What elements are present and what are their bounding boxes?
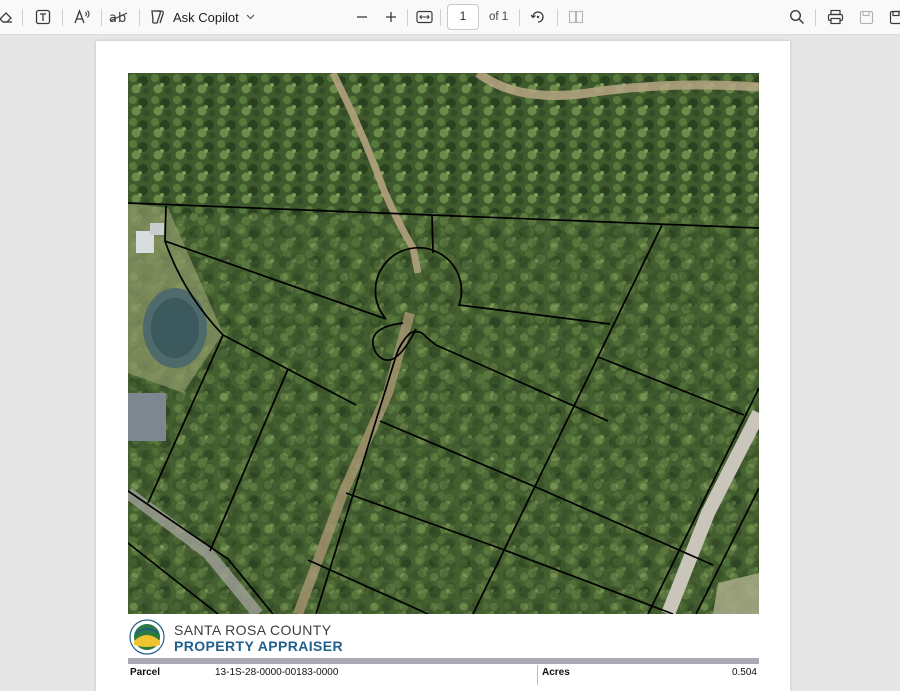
toolbar-divider [101,9,102,26]
rotate-icon[interactable] [527,4,549,30]
toolbar-divider [22,9,23,26]
page-number-input[interactable] [447,4,479,30]
svg-text:b: b [118,11,126,25]
county-seal-logo [129,619,165,655]
toolbar-divider [62,9,63,26]
translate-icon[interactable]: ab [108,4,130,30]
pdf-page: SANTA ROSA COUNTY PROPERTY APPRAISER Par… [96,41,790,691]
toolbar-divider [557,9,558,26]
aerial-parcel-map [128,73,759,614]
print-icon[interactable] [824,4,846,30]
parcel-info-table: Parcel 13-1S-28-0000-00183-0000 Acres 0.… [128,665,759,685]
save-icon[interactable] [855,4,877,30]
toolbar-divider [440,9,441,26]
chevron-down-icon [246,14,255,20]
zoom-in-icon[interactable] [381,4,401,30]
read-aloud-icon[interactable] [71,4,93,30]
page-count: of 1 [489,11,509,23]
parcel-label: Parcel [130,667,161,678]
header-divider-bar [128,658,759,664]
appraiser-org-subtitle: PROPERTY APPRAISER [174,638,344,654]
search-icon[interactable] [786,4,808,30]
page-view-icon[interactable] [565,4,587,30]
ask-copilot-button[interactable]: Ask Copilot [148,4,255,30]
text-box-icon[interactable] [32,4,54,30]
toolbar-divider [407,9,408,26]
fit-width-icon[interactable] [413,4,435,30]
acres-value: 0.504 [731,667,757,678]
table-divider [537,665,538,685]
eraser-icon[interactable] [0,4,16,30]
copilot-icon [148,8,166,26]
appraiser-org-name: SANTA ROSA COUNTY [174,622,332,638]
zoom-out-icon[interactable] [352,4,372,30]
parcel-value: 13-1S-28-0000-00183-0000 [215,667,339,678]
toolbar-divider [139,9,140,26]
pdf-toolbar: ab Ask Copilot of 1 [0,0,900,35]
toolbar-divider [519,9,520,26]
acres-label: Acres [542,667,570,678]
save-as-icon[interactable] [885,4,900,30]
copilot-label: Ask Copilot [173,9,239,25]
toolbar-divider [815,9,816,26]
